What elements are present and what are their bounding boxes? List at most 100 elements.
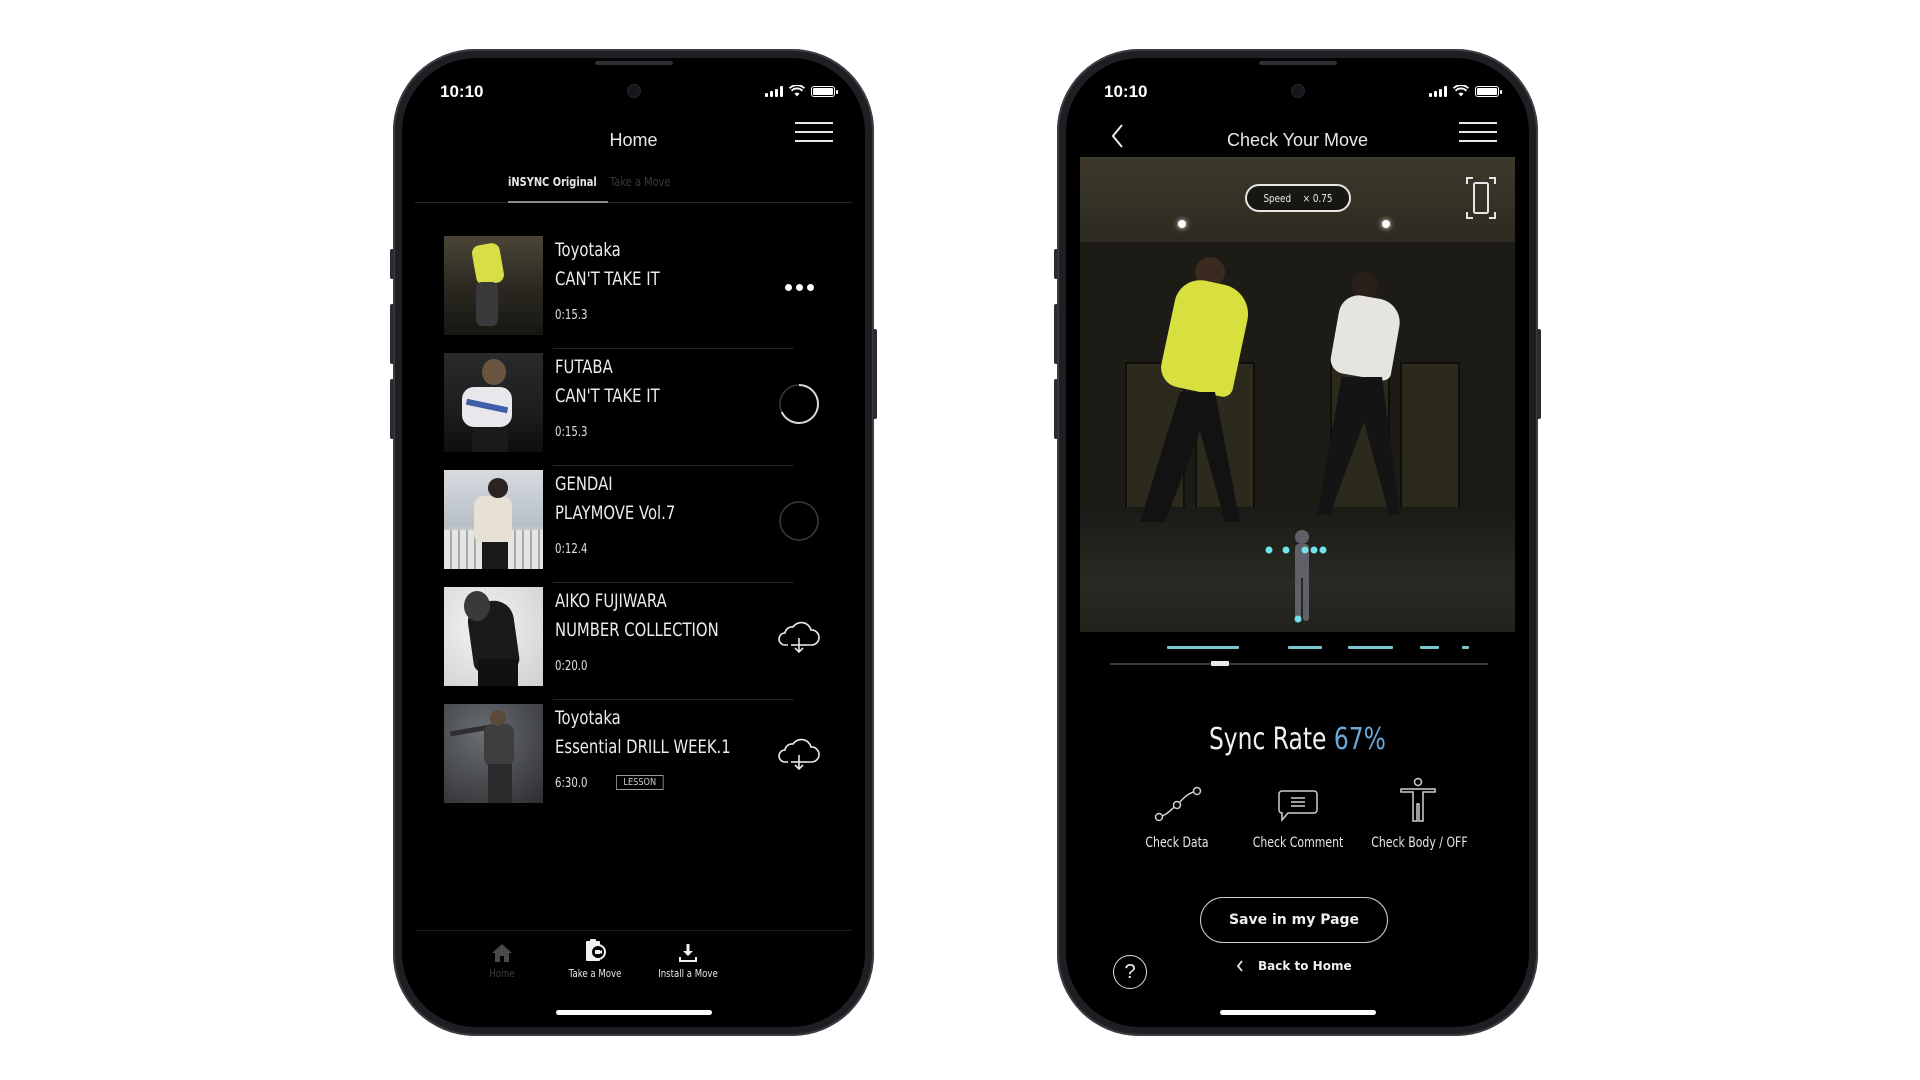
row-divider <box>553 465 794 466</box>
item-title: Essential DRILL WEEK.1 <box>555 736 731 758</box>
tab-take-a-move[interactable]: Take a Move <box>610 175 670 189</box>
check-body-toggle[interactable]: Check Body / OFF <box>1358 773 1478 851</box>
download-button[interactable] <box>778 734 820 776</box>
status-time: 10:10 <box>440 82 484 101</box>
back-to-home-label: Back to Home <box>1258 959 1352 973</box>
sync-segment <box>1166 646 1239 649</box>
speed-selector[interactable]: Speed × 0.75 <box>1245 184 1351 212</box>
check-comment-label: Check Comment <box>1252 835 1344 851</box>
signal-icon <box>1429 85 1447 97</box>
signal-icon <box>765 85 783 97</box>
rotate-screen-button[interactable] <box>1465 175 1497 221</box>
mute-switch <box>390 249 394 279</box>
tab-insync-original[interactable]: iNSYNC Original <box>508 175 597 189</box>
speaker-grille <box>594 61 673 65</box>
phone-check-your-move: 10:10 Check Your Move Speed × 0.75 Sync … <box>1054 49 1541 1036</box>
timeline-track[interactable] <box>1110 663 1488 665</box>
tab-bar: iNSYNC Original Take a Move <box>415 171 852 203</box>
hamburger-menu-icon[interactable] <box>1459 122 1497 142</box>
list-item[interactable]: GENDAI PLAYMOVE Vol.7 0:12.4 <box>444 470 834 587</box>
progress-ring-icon <box>779 384 819 424</box>
wifi-icon <box>789 85 805 97</box>
item-duration: 0:12.4 <box>555 542 588 557</box>
sync-segment <box>1419 646 1439 649</box>
hamburger-menu-icon[interactable] <box>795 122 833 142</box>
volume-up-button <box>1054 304 1058 364</box>
video-player[interactable]: Speed × 0.75 <box>1080 157 1515 632</box>
front-camera <box>1291 85 1304 97</box>
body-figure-icon <box>1400 777 1436 822</box>
thumbnail <box>444 470 543 569</box>
sync-timeline[interactable] <box>1110 642 1488 672</box>
empty-ring-icon <box>779 501 819 541</box>
sync-rate: Sync Rate 67% <box>1066 722 1529 757</box>
row-divider <box>553 582 794 583</box>
home-indicator[interactable] <box>1219 1010 1376 1015</box>
item-duration: 0:15.3 <box>555 425 588 440</box>
status-icons <box>765 85 838 97</box>
item-artist: GENDAI <box>555 473 613 495</box>
volume-up-button <box>390 304 394 364</box>
comment-bubble-icon <box>1278 790 1318 823</box>
home-indicator[interactable] <box>555 1010 712 1015</box>
item-duration: 0:15.3 <box>555 308 588 323</box>
list-item[interactable]: Toyotaka Essential DRILL WEEK.1 6:30.0 L… <box>444 704 834 821</box>
list-item[interactable]: AIKO FUJIWARA NUMBER COLLECTION 0:20.0 <box>444 587 834 704</box>
row-divider <box>553 348 794 349</box>
more-horizontal-icon <box>784 283 814 291</box>
volume-down-button <box>1054 379 1058 439</box>
save-in-my-page-button[interactable]: Save in my Page <box>1200 897 1388 943</box>
thumbnail <box>444 587 543 686</box>
speed-value: × 0.75 <box>1302 191 1333 205</box>
sync-segment <box>1461 646 1470 649</box>
question-circle-icon[interactable]: ? <box>1113 955 1147 989</box>
mute-switch <box>1054 249 1058 279</box>
status-time: 10:10 <box>1104 82 1148 101</box>
bottom-navigation: Home Take a Move Install a Move <box>415 930 852 1000</box>
check-body-label: Check Body / OFF <box>1371 835 1468 851</box>
ceiling-light <box>1382 220 1390 228</box>
check-move-screen: 10:10 Check Your Move Speed × 0.75 Sync … <box>1066 58 1529 1027</box>
playhead-handle[interactable] <box>1210 661 1229 666</box>
list-item[interactable]: Toyotaka CAN'T TAKE IT 0:15.3 <box>444 236 834 353</box>
thumbnail <box>444 353 543 452</box>
body-sync-overlay <box>1265 530 1327 623</box>
item-title: NUMBER COLLECTION <box>555 619 719 641</box>
battery-icon <box>1475 85 1502 97</box>
download-button[interactable] <box>778 617 820 659</box>
speed-label: Speed <box>1263 191 1292 205</box>
speaker-grille <box>1258 61 1337 65</box>
thumbnail <box>444 236 543 335</box>
check-data-button[interactable]: Check Data <box>1117 773 1237 851</box>
battery-icon <box>811 85 838 97</box>
row-divider <box>553 699 794 700</box>
video-wall <box>1080 242 1515 527</box>
item-title: CAN'T TAKE IT <box>555 268 660 290</box>
item-duration: 0:20.0 <box>555 659 588 674</box>
power-button <box>1537 329 1541 419</box>
sync-rate-value: 67% <box>1333 722 1386 757</box>
list-item[interactable]: FUTABA CAN'T TAKE IT 0:15.3 <box>444 353 834 470</box>
home-screen: 10:10 Home iNSYNC Original Take a Move T… <box>402 58 865 1027</box>
check-comment-button[interactable]: Check Comment <box>1238 773 1358 851</box>
front-camera <box>627 85 640 97</box>
volume-down-button <box>390 379 394 439</box>
download-progress-button[interactable] <box>778 383 820 425</box>
more-options-button[interactable] <box>778 266 820 308</box>
line-graph-icon <box>1154 786 1202 822</box>
item-title: PLAYMOVE Vol.7 <box>555 502 676 524</box>
queued-download-button[interactable] <box>778 500 820 542</box>
chevron-left-icon <box>1236 960 1243 972</box>
nav-install-a-move-label: Install a Move <box>658 967 718 980</box>
back-to-home-link[interactable]: Back to Home <box>1236 959 1352 973</box>
item-title: CAN'T TAKE IT <box>555 385 660 407</box>
move-list: Toyotaka CAN'T TAKE IT 0:15.3 FUTABA CAN… <box>444 236 834 821</box>
nav-take-a-move-label: Take a Move <box>568 967 622 980</box>
cloud-download-icon <box>778 738 820 771</box>
active-tab-indicator <box>508 201 608 203</box>
item-artist: FUTABA <box>555 356 613 378</box>
phone-home: 10:10 Home iNSYNC Original Take a Move T… <box>390 49 877 1036</box>
nav-install-a-move[interactable]: Install a Move <box>633 937 743 980</box>
lesson-badge: LESSON <box>616 775 664 790</box>
rotate-screen-icon <box>1466 177 1496 219</box>
